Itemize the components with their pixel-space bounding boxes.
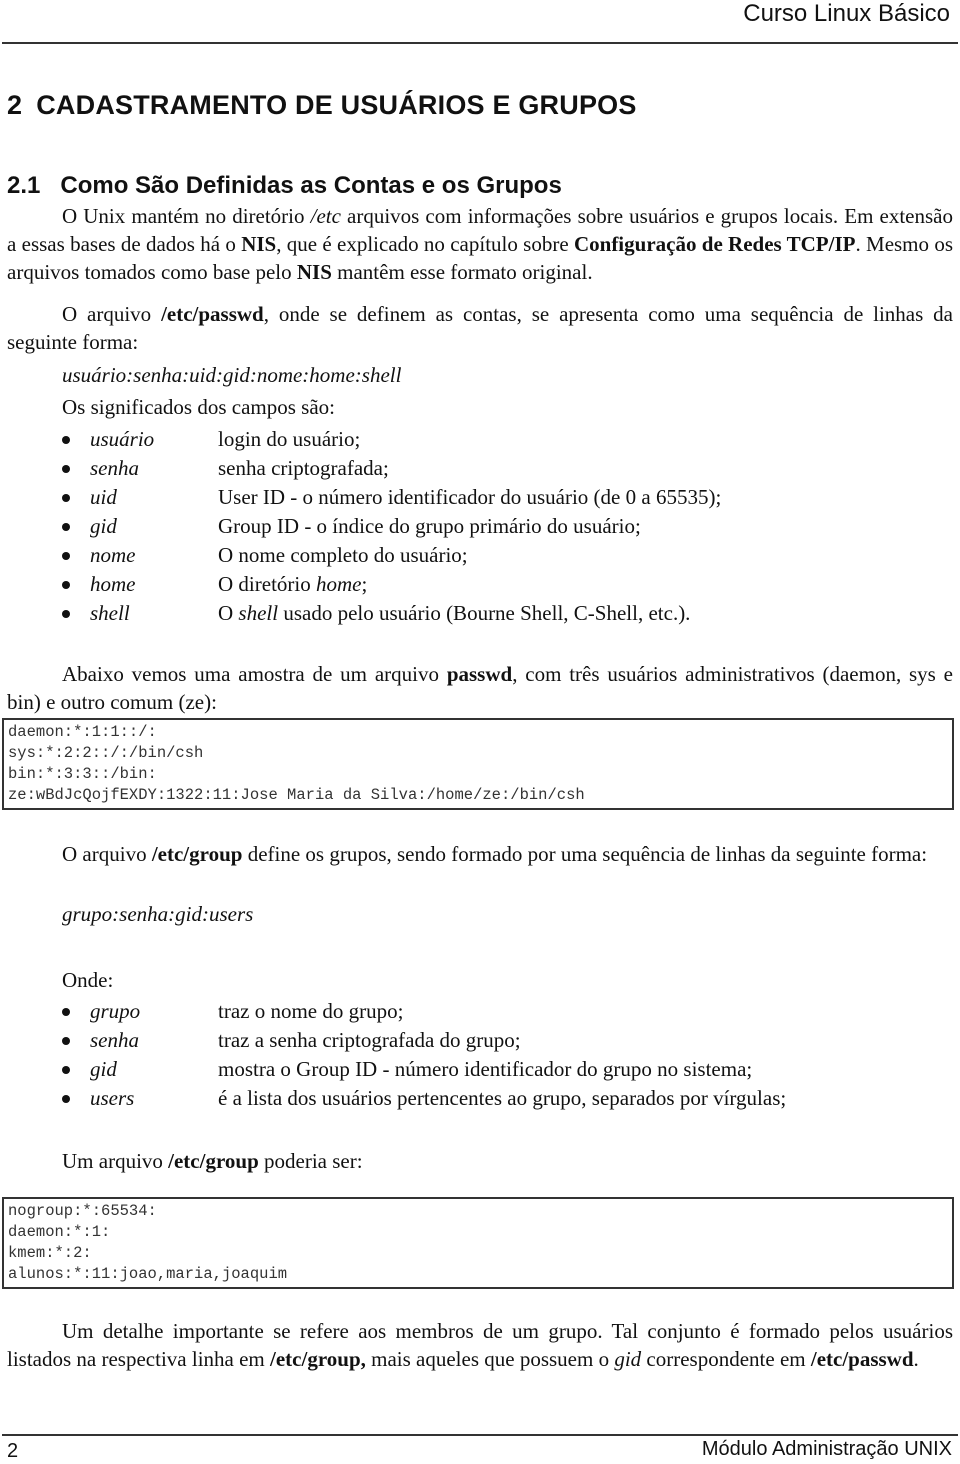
section-title: Como São Definidas as Contas e os Grupos <box>60 172 562 199</box>
section-heading: 2.1 Como São Definidas as Contas e os Gru… <box>7 172 562 200</box>
group-fields-list: grupo traz o nome do grupo; senha traz a s… <box>62 997 786 1113</box>
list-item: grupo traz o nome do grupo; <box>62 997 786 1026</box>
running-header-title: Curso Linux Básico <box>743 0 950 27</box>
bullet-icon <box>62 522 70 531</box>
page-number: 2 <box>7 1440 19 1462</box>
bullet-icon <box>62 493 70 502</box>
bullet-icon <box>62 435 70 444</box>
code-line: bin:*:3:3::/bin: <box>8 765 157 783</box>
bullet-icon <box>62 1036 70 1045</box>
intro-paragraph: O Unix mantém no diretório /etc arquivos… <box>7 204 953 284</box>
footer-rule <box>2 1434 958 1436</box>
code-line: alunos:*:11:joao,maria,joaquim <box>8 1265 288 1283</box>
bullet-icon <box>62 464 70 473</box>
passwd-sample-paragraph: Abaixo vemos uma amostra de um arquivo p… <box>7 662 953 714</box>
bullet-icon <box>62 580 70 589</box>
list-item: senha traz a senha criptografada do grupo… <box>62 1026 786 1055</box>
bullet-icon <box>62 1094 70 1103</box>
code-line: ze:wBdJcQojfEXDY:1322:11:Jose Maria da S… <box>8 786 585 804</box>
chapter-heading: 2 CADASTRAMENTO DE USUÁRIOS E GRUPOS <box>7 90 637 121</box>
list-item: nome O nome completo do usuário; <box>62 541 721 570</box>
passwd-intro-paragraph: O arquivo /etc/passwd, onde se definem a… <box>7 302 953 354</box>
bullet-icon <box>62 609 70 618</box>
list-item: senha senha criptografada; <box>62 454 721 483</box>
group-intro-paragraph: O arquivo /etc/group define os grupos, s… <box>62 842 928 866</box>
code-line: daemon:*:1: <box>8 1223 111 1241</box>
code-line: daemon:*:1:1::/: <box>8 723 157 741</box>
passwd-format-line: usuário:senha:uid:gid:nome:home:shell <box>62 363 402 387</box>
fields-label: Os significados dos campos são: <box>62 395 335 419</box>
list-item: uid User ID - o número identificador do u… <box>62 483 721 512</box>
chapter-number: 2 <box>7 90 23 120</box>
list-item: gid Group ID - o índice do grupo primário… <box>62 512 721 541</box>
list-item: shell O shell usado pelo usuário (Bourne … <box>62 599 721 628</box>
header-rule <box>2 42 958 44</box>
bullet-icon <box>62 1065 70 1074</box>
group-format-line: grupo:senha:gid:users <box>62 902 254 926</box>
list-item: users é a lista dos usuários pertencentes… <box>62 1084 786 1113</box>
where-label: Onde: <box>62 968 114 992</box>
list-item: usuário login do usuário; <box>62 425 721 454</box>
list-item: gid mostra o Group ID - número identifica… <box>62 1055 786 1084</box>
code-line: kmem:*:2: <box>8 1244 92 1262</box>
group-code-block: nogroup:*:65534: daemon:*:1: kmem:*:2: a… <box>2 1197 954 1289</box>
closing-paragraph: Um detalhe importante se refere aos memb… <box>7 1319 953 1371</box>
group-sample-paragraph: Um arquivo /etc/group poderia ser: <box>62 1149 363 1173</box>
passwd-fields-list: usuário login do usuário; senha senha crip… <box>62 425 721 628</box>
code-line: nogroup:*:65534: <box>8 1202 157 1220</box>
bullet-icon <box>62 1007 70 1016</box>
list-item: home O diretório home; <box>62 570 721 599</box>
chapter-title: CADASTRAMENTO DE USUÁRIOS E GRUPOS <box>36 90 637 120</box>
section-number: 2.1 <box>7 172 41 199</box>
bullet-icon <box>62 551 70 560</box>
code-line: sys:*:2:2::/:/bin/csh <box>8 744 204 762</box>
passwd-code-block: daemon:*:1:1::/: sys:*:2:2::/:/bin/csh b… <box>2 718 954 810</box>
running-footer-title: Módulo Administração UNIX <box>701 1438 952 1460</box>
